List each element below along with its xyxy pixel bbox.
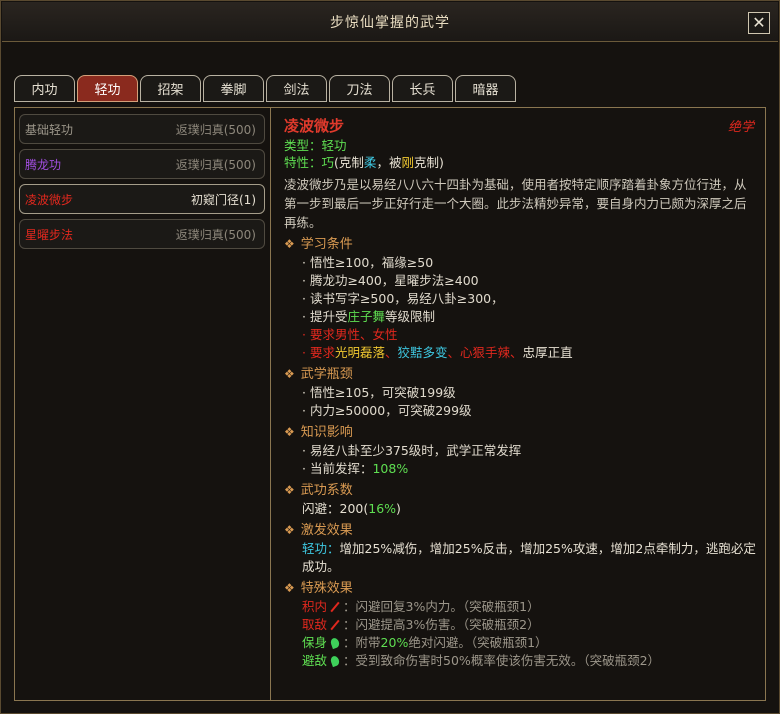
rank-badge: 绝学 (727, 119, 754, 135)
learn-personality: 要求光明磊落、狡黠多变、心狠手辣、忠厚正直 (284, 344, 760, 362)
trigger-line: 轻功：增加25%减伤，增加25%反击，增加25%攻速，增加2点牵制力，逃跑必定成… (302, 541, 756, 574)
skill-name: 凌波微步 (25, 192, 74, 207)
tab-zhaojia[interactable]: 招架 (140, 75, 201, 102)
section-knowledge: ❖ 知识影响 (284, 425, 353, 440)
skill-name: 基础轻功 (25, 122, 74, 137)
skill-list: 基础轻功 返璞归真(500) 腾龙功 返璞归真(500) 凌波微步 初窥门径(1… (19, 114, 265, 254)
diamond-icon: ❖ (284, 483, 295, 497)
section-trigger: ❖ 激发效果 (284, 523, 353, 538)
skill-level: 返璞归真(500) (175, 227, 256, 242)
diamond-icon: ❖ (284, 237, 295, 251)
effect-row: 积内：闪避回复3%内力。（突破瓶颈1） (302, 599, 540, 614)
skill-name: 腾龙功 (25, 157, 62, 172)
skill-level: 返璞归真(500) (175, 157, 256, 172)
section-bottleneck: ❖ 武学瓶颈 (284, 367, 353, 382)
learn-gender: 要求男性、女性 (284, 326, 760, 344)
tab-qinggong[interactable]: 轻功 (77, 75, 138, 102)
leaf-icon (329, 654, 341, 668)
diamond-icon: ❖ (284, 581, 295, 595)
learn-item: 腾龙功≥400，星曜步法≥400 (284, 272, 760, 290)
diamond-icon: ❖ (284, 523, 295, 537)
section-learn: ❖ 学习条件 (284, 237, 353, 252)
knowledge-item: 易经八卦至少375级时，武学正常发挥 (284, 442, 760, 460)
skill-row-lingbo[interactable]: 凌波微步 初窥门径(1) (19, 184, 265, 214)
diamond-icon: ❖ (284, 425, 295, 439)
title-bar: 步惊仙掌握的武学 ✕ (2, 2, 778, 42)
skill-level: 初窥门径(1) (191, 192, 256, 207)
skill-detail: 凌波微步 绝学 类型：轻功 特性：巧(克制柔，被刚克制) 凌波微步乃是以易经八八… (270, 107, 760, 699)
skill-row-xingyao[interactable]: 星曜步法 返璞归真(500) (19, 219, 265, 249)
effect-row: 取敌：闪避提高3%伤害。（突破瓶颈2） (302, 617, 540, 632)
trait-line: 特性：巧(克制柔，被刚克制) (284, 155, 444, 170)
learn-limit: 提升受庄子舞等级限制 (284, 308, 760, 326)
bottleneck-item: 内力≥50000，可突破299级 (284, 402, 760, 420)
skill-title: 凌波微步 (284, 116, 345, 135)
skill-row-tenglong[interactable]: 腾龙功 返璞归真(500) (19, 149, 265, 179)
skill-level: 返璞归真(500) (175, 122, 256, 137)
sword-icon (330, 620, 340, 630)
coefficient-line: 闪避：200(16%) (302, 501, 401, 516)
sword-icon (330, 602, 340, 612)
section-special: ❖ 特殊效果 (284, 581, 353, 596)
type-line: 类型：轻功 (284, 138, 347, 153)
learn-item: 读书写字≥500，易经八卦≥300， (284, 290, 760, 308)
tab-quanjiao[interactable]: 拳脚 (203, 75, 264, 102)
section-coefficient: ❖ 武功系数 (284, 483, 353, 498)
skill-description: 凌波微步乃是以易经八八六十四卦为基础，使用者按特定顺序踏着卦象方位行进，从第一步… (284, 177, 747, 230)
close-button[interactable]: ✕ (748, 12, 770, 34)
diamond-icon: ❖ (284, 367, 295, 381)
effect-row: 避敌：受到致命伤害时50%概率使该伤害无效。（突破瓶颈2） (302, 653, 661, 668)
learn-item: 悟性≥100，福缘≥50 (284, 254, 760, 272)
bottleneck-item: 悟性≥105，可突破199级 (284, 384, 760, 402)
tab-jianfa[interactable]: 剑法 (266, 75, 327, 102)
effect-row: 保身：附带 20% 绝对闪避。（突破瓶颈1） (302, 635, 548, 650)
tab-neigong[interactable]: 内功 (14, 75, 75, 102)
leaf-icon (329, 636, 341, 650)
skill-row-jichu[interactable]: 基础轻功 返璞归真(500) (19, 114, 265, 144)
skill-name: 星曜步法 (25, 227, 74, 242)
category-tabs: 内功 轻功 招架 拳脚 剑法 刀法 长兵 暗器 (14, 75, 516, 102)
skills-window: 步惊仙掌握的武学 ✕ 内功 轻功 招架 拳脚 剑法 刀法 长兵 暗器 基础轻功 … (0, 0, 780, 714)
tab-anqi[interactable]: 暗器 (455, 75, 516, 102)
tab-changbing[interactable]: 长兵 (392, 75, 453, 102)
knowledge-current: 当前发挥：108% (284, 460, 760, 478)
tab-daofa[interactable]: 刀法 (329, 75, 390, 102)
window-title: 步惊仙掌握的武学 (330, 14, 450, 31)
